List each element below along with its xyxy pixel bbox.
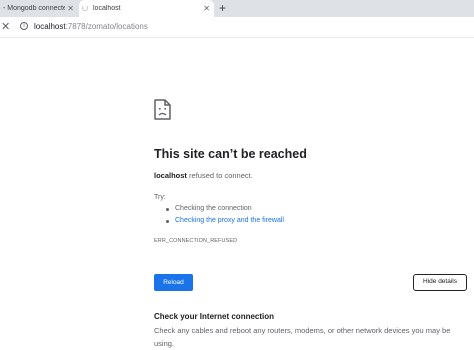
loading-spinner-icon [82, 5, 88, 11]
close-icon[interactable]: ✕ [203, 3, 210, 14]
new-tab-icon[interactable]: + [219, 0, 226, 16]
address-bar[interactable]: localhost:7878/zomato/locations [34, 21, 148, 32]
url-path: :7878/zomato/locations [65, 22, 148, 31]
bullet-icon [166, 208, 169, 211]
error-heading: This site can’t be reached [154, 147, 307, 161]
suggestion-link[interactable]: Checking the proxy and the firewall [175, 217, 284, 224]
list-item: Checking the connection [166, 203, 284, 215]
error-host: localhost [154, 171, 187, 180]
toolbar: ✕ i localhost:7878/zomato/locations [0, 17, 474, 38]
tab-strip: - Mongodb connected u ✕ localhost ✕ + [0, 0, 474, 17]
bullet-icon [166, 220, 169, 223]
error-message: localhost refused to connect. [154, 171, 253, 181]
tab-localhost[interactable]: localhost ✕ [79, 0, 214, 17]
tab-mongodb[interactable]: - Mongodb connected u ✕ [0, 0, 78, 17]
stop-loading-icon[interactable]: ✕ [1, 19, 10, 35]
url-host: localhost [34, 22, 66, 31]
details-title: Check your Internet connection [154, 312, 275, 321]
tab-title: localhost [93, 5, 121, 12]
error-code: ERR_CONNECTION_REFUSED [154, 238, 238, 244]
suggestion-list: Checking the connection Checking the pro… [166, 203, 284, 227]
reload-button[interactable]: Reload [154, 274, 193, 291]
try-label: Try: [154, 194, 166, 201]
hide-details-button[interactable]: Hide details [413, 274, 467, 291]
info-icon[interactable]: i [20, 22, 28, 30]
tab-title: - Mongodb connected u [3, 5, 65, 12]
details-body: Check any cables and reboot any routers,… [154, 326, 451, 348]
error-message-text: refused to connect. [186, 171, 253, 180]
list-item: Checking the proxy and the firewall [166, 215, 284, 227]
sad-page-icon [154, 99, 171, 120]
suggestion-text: Checking the connection [175, 205, 252, 212]
close-icon[interactable]: ✕ [67, 3, 74, 14]
